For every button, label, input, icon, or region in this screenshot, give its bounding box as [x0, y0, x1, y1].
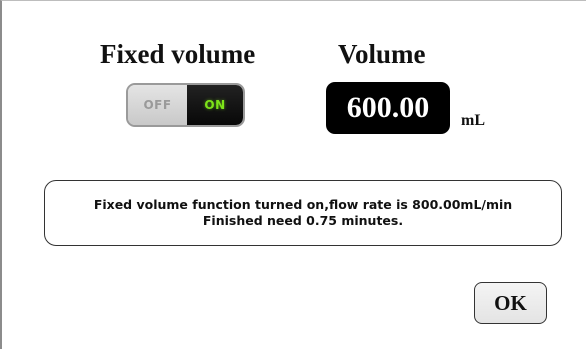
- volume-unit-label: mL: [461, 112, 485, 129]
- status-message-line1: Fixed volume function turned on,flow rat…: [93, 197, 513, 212]
- status-message-box: Fixed volume function turned on,flow rat…: [44, 180, 562, 246]
- volume-value-field[interactable]: 600.00: [326, 82, 450, 134]
- fixed-volume-title: Fixed volume: [100, 39, 256, 69]
- toggle-off-label: OFF: [128, 85, 187, 125]
- status-message-line2: Finished need 0.75 minutes.: [202, 213, 404, 228]
- fixed-volume-toggle[interactable]: OFF ON: [126, 83, 245, 127]
- volume-title: Volume: [338, 39, 426, 69]
- toggle-on-label: ON: [187, 85, 243, 125]
- dialog-panel: Fixed volume Volume OFF ON 600.00 mL Fix…: [0, 0, 586, 349]
- ok-button[interactable]: OK: [474, 282, 547, 324]
